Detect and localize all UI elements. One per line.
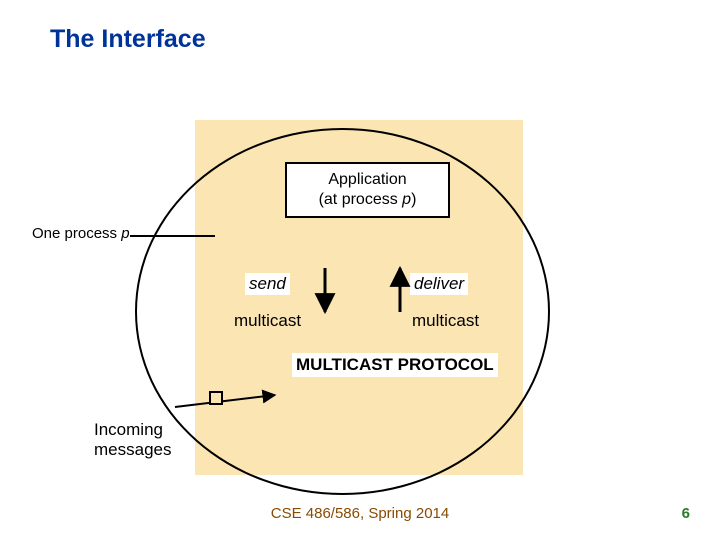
one-process-var: p xyxy=(121,225,129,242)
one-process-prefix: One process xyxy=(32,225,121,242)
application-box: Application (at process p) xyxy=(285,162,450,218)
multicast-right-label: multicast xyxy=(408,310,483,332)
app-line2-prefix: (at process xyxy=(319,191,403,208)
incoming-line2: messages xyxy=(94,440,171,459)
app-line1: Application xyxy=(328,171,406,188)
one-process-pointer-line xyxy=(130,235,215,237)
incoming-line1: Incoming xyxy=(94,420,163,439)
incoming-messages-label: Incoming messages xyxy=(94,420,171,461)
deliver-label: deliver xyxy=(410,273,468,295)
slide-footer: CSE 486/586, Spring 2014 xyxy=(0,505,720,522)
one-process-label: One process p xyxy=(32,225,130,242)
slide-title: The Interface xyxy=(50,25,206,54)
multicast-left-label: multicast xyxy=(230,310,305,332)
send-label: send xyxy=(245,273,290,295)
page-number: 6 xyxy=(682,505,690,522)
multicast-protocol-label: MULTICAST PROTOCOL xyxy=(292,353,498,377)
app-line2-var: p xyxy=(402,191,411,208)
app-line2-suffix: ) xyxy=(411,191,416,208)
